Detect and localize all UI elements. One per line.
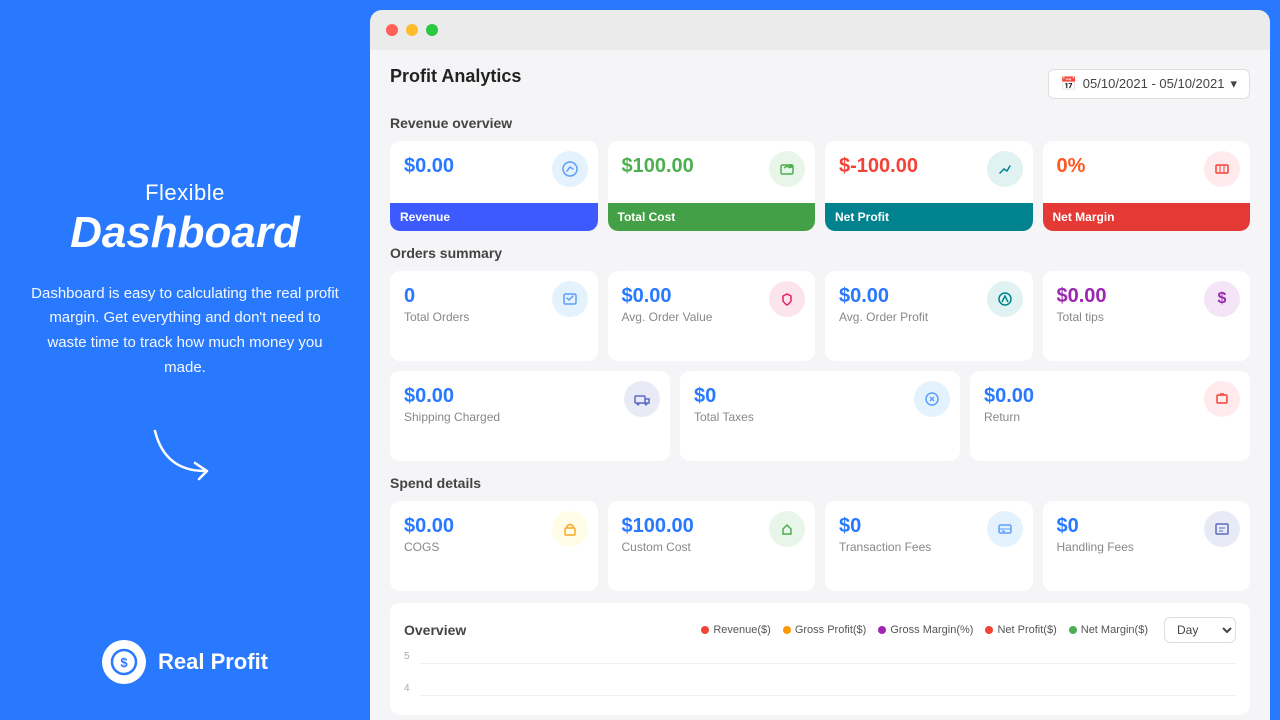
avg-order-value-card: $0.00 Avg. Order Value bbox=[608, 271, 816, 361]
brand-icon: $ bbox=[102, 640, 146, 684]
shipping-charged-label: Shipping Charged bbox=[404, 410, 656, 432]
legend-net-profit: Net Profit($) bbox=[985, 624, 1056, 636]
shipping-charged-icon bbox=[624, 381, 660, 417]
chart-header: Overview Revenue($) Gross Profit($) bbox=[404, 617, 1236, 643]
date-picker-button[interactable]: 📅 05/10/2021 - 05/10/2021 ▾ bbox=[1048, 69, 1250, 99]
window-chrome bbox=[370, 10, 1270, 50]
total-cost-icon bbox=[769, 151, 805, 187]
arrow-container bbox=[30, 421, 340, 481]
subtitle: Flexible bbox=[145, 180, 225, 206]
chart-title: Overview bbox=[404, 622, 466, 638]
return-icon bbox=[1204, 381, 1240, 417]
revenue-card: $0.00 Revenue bbox=[390, 141, 598, 231]
total-orders-label: Total Orders bbox=[404, 310, 584, 332]
net-margin-bar: Net Margin bbox=[1043, 203, 1251, 231]
transaction-fees-label: Transaction Fees bbox=[839, 540, 1019, 562]
title: Dashboard bbox=[70, 208, 300, 258]
day-select[interactable]: Day Week Month bbox=[1164, 617, 1236, 643]
transaction-fees-icon bbox=[987, 511, 1023, 547]
net-margin-icon bbox=[1204, 151, 1240, 187]
total-tips-card: $0.00 Total tips $ bbox=[1043, 271, 1251, 361]
return-value: $0.00 bbox=[984, 385, 1236, 408]
svg-text:$: $ bbox=[120, 655, 128, 670]
legend-gross-profit: Gross Profit($) bbox=[783, 624, 867, 636]
chevron-down-icon: ▾ bbox=[1230, 76, 1237, 92]
total-tips-icon: $ bbox=[1204, 281, 1240, 317]
transaction-fees-card: $0 Transaction Fees bbox=[825, 501, 1033, 591]
total-orders-icon bbox=[552, 281, 588, 317]
calendar-icon: 📅 bbox=[1061, 76, 1077, 92]
shipping-charged-card: $0.00 Shipping Charged bbox=[390, 371, 670, 461]
return-label: Return bbox=[984, 410, 1236, 432]
total-cost-bar: Total Cost bbox=[608, 203, 816, 231]
return-card: $0.00 Return bbox=[970, 371, 1250, 461]
avg-order-profit-icon bbox=[987, 281, 1023, 317]
revenue-overview-cards: $0.00 Revenue $100.00 Total Cost $-100.0… bbox=[390, 141, 1250, 231]
minimize-dot[interactable] bbox=[406, 24, 418, 36]
y-label-5: 5 bbox=[404, 651, 410, 662]
net-profit-bar: Net Profit bbox=[825, 203, 1033, 231]
revenue-icon bbox=[552, 151, 588, 187]
y-label-4: 4 bbox=[404, 683, 410, 694]
description: Dashboard is easy to calculating the rea… bbox=[30, 282, 340, 381]
legend-net-margin: Net Margin($) bbox=[1069, 624, 1148, 636]
revenue-overview-title: Revenue overview bbox=[390, 115, 1250, 131]
page-title: Profit Analytics bbox=[390, 66, 521, 87]
legend-revenue: Revenue($) bbox=[701, 624, 770, 636]
revenue-bar: Revenue bbox=[390, 203, 598, 231]
legend-dot-revenue bbox=[701, 626, 709, 634]
avg-order-value-label: Avg. Order Value bbox=[622, 310, 802, 332]
avg-order-profit-card: $0.00 Avg. Order Profit bbox=[825, 271, 1033, 361]
right-panel: Profit Analytics 📅 05/10/2021 - 05/10/20… bbox=[370, 10, 1270, 720]
chart-area: 5 4 bbox=[404, 651, 1236, 701]
shipping-charged-value: $0.00 bbox=[404, 385, 656, 408]
legend-gross-margin: Gross Margin(%) bbox=[878, 624, 973, 636]
avg-order-profit-label: Avg. Order Profit bbox=[839, 310, 1019, 332]
net-profit-icon bbox=[987, 151, 1023, 187]
custom-cost-icon bbox=[769, 511, 805, 547]
custom-cost-card: $100.00 Custom Cost bbox=[608, 501, 816, 591]
legend-dot-net-profit bbox=[985, 626, 993, 634]
total-taxes-value: $0 bbox=[694, 385, 946, 408]
maximize-dot[interactable] bbox=[426, 24, 438, 36]
net-profit-card: $-100.00 Net Profit bbox=[825, 141, 1033, 231]
cogs-label: COGS bbox=[404, 540, 584, 562]
date-range: 05/10/2021 - 05/10/2021 bbox=[1083, 76, 1225, 91]
cogs-icon bbox=[552, 511, 588, 547]
chart-section: Overview Revenue($) Gross Profit($) bbox=[390, 603, 1250, 715]
close-dot[interactable] bbox=[386, 24, 398, 36]
total-cost-card: $100.00 Total Cost bbox=[608, 141, 816, 231]
brand-name: Real Profit bbox=[158, 649, 268, 675]
left-panel: Flexible Dashboard Dashboard is easy to … bbox=[0, 0, 370, 720]
handling-fees-label: Handling Fees bbox=[1057, 540, 1237, 562]
total-orders-card: 0 Total Orders bbox=[390, 271, 598, 361]
legend-dot-gross-margin bbox=[878, 626, 886, 634]
handling-fees-icon bbox=[1204, 511, 1240, 547]
spend-details-cards: $0.00 COGS $100.00 Custom Cost $0 Transa… bbox=[390, 501, 1250, 591]
net-margin-card: 0% Net Margin bbox=[1043, 141, 1251, 231]
main-content: Profit Analytics 📅 05/10/2021 - 05/10/20… bbox=[370, 50, 1270, 720]
total-tips-label: Total tips bbox=[1057, 310, 1237, 332]
legend-dot-net-margin bbox=[1069, 626, 1077, 634]
handling-fees-card: $0 Handling Fees bbox=[1043, 501, 1251, 591]
spend-details-title: Spend details bbox=[390, 475, 1250, 491]
avg-order-value-icon bbox=[769, 281, 805, 317]
total-taxes-card: $0 Total Taxes bbox=[680, 371, 960, 461]
legend-dot-gross-profit bbox=[783, 626, 791, 634]
orders-row2: $0.00 Shipping Charged $0 Total Taxes $0… bbox=[390, 371, 1250, 461]
custom-cost-label: Custom Cost bbox=[622, 540, 802, 562]
orders-summary-title: Orders summary bbox=[390, 245, 1250, 261]
arrow-icon bbox=[145, 421, 225, 481]
chart-legend: Revenue($) Gross Profit($) Gross Margin(… bbox=[701, 624, 1148, 636]
total-taxes-icon bbox=[914, 381, 950, 417]
orders-row1: 0 Total Orders $0.00 Avg. Order Value $0… bbox=[390, 271, 1250, 361]
cogs-card: $0.00 COGS bbox=[390, 501, 598, 591]
brand: $ Real Profit bbox=[102, 640, 268, 684]
total-taxes-label: Total Taxes bbox=[694, 410, 946, 432]
